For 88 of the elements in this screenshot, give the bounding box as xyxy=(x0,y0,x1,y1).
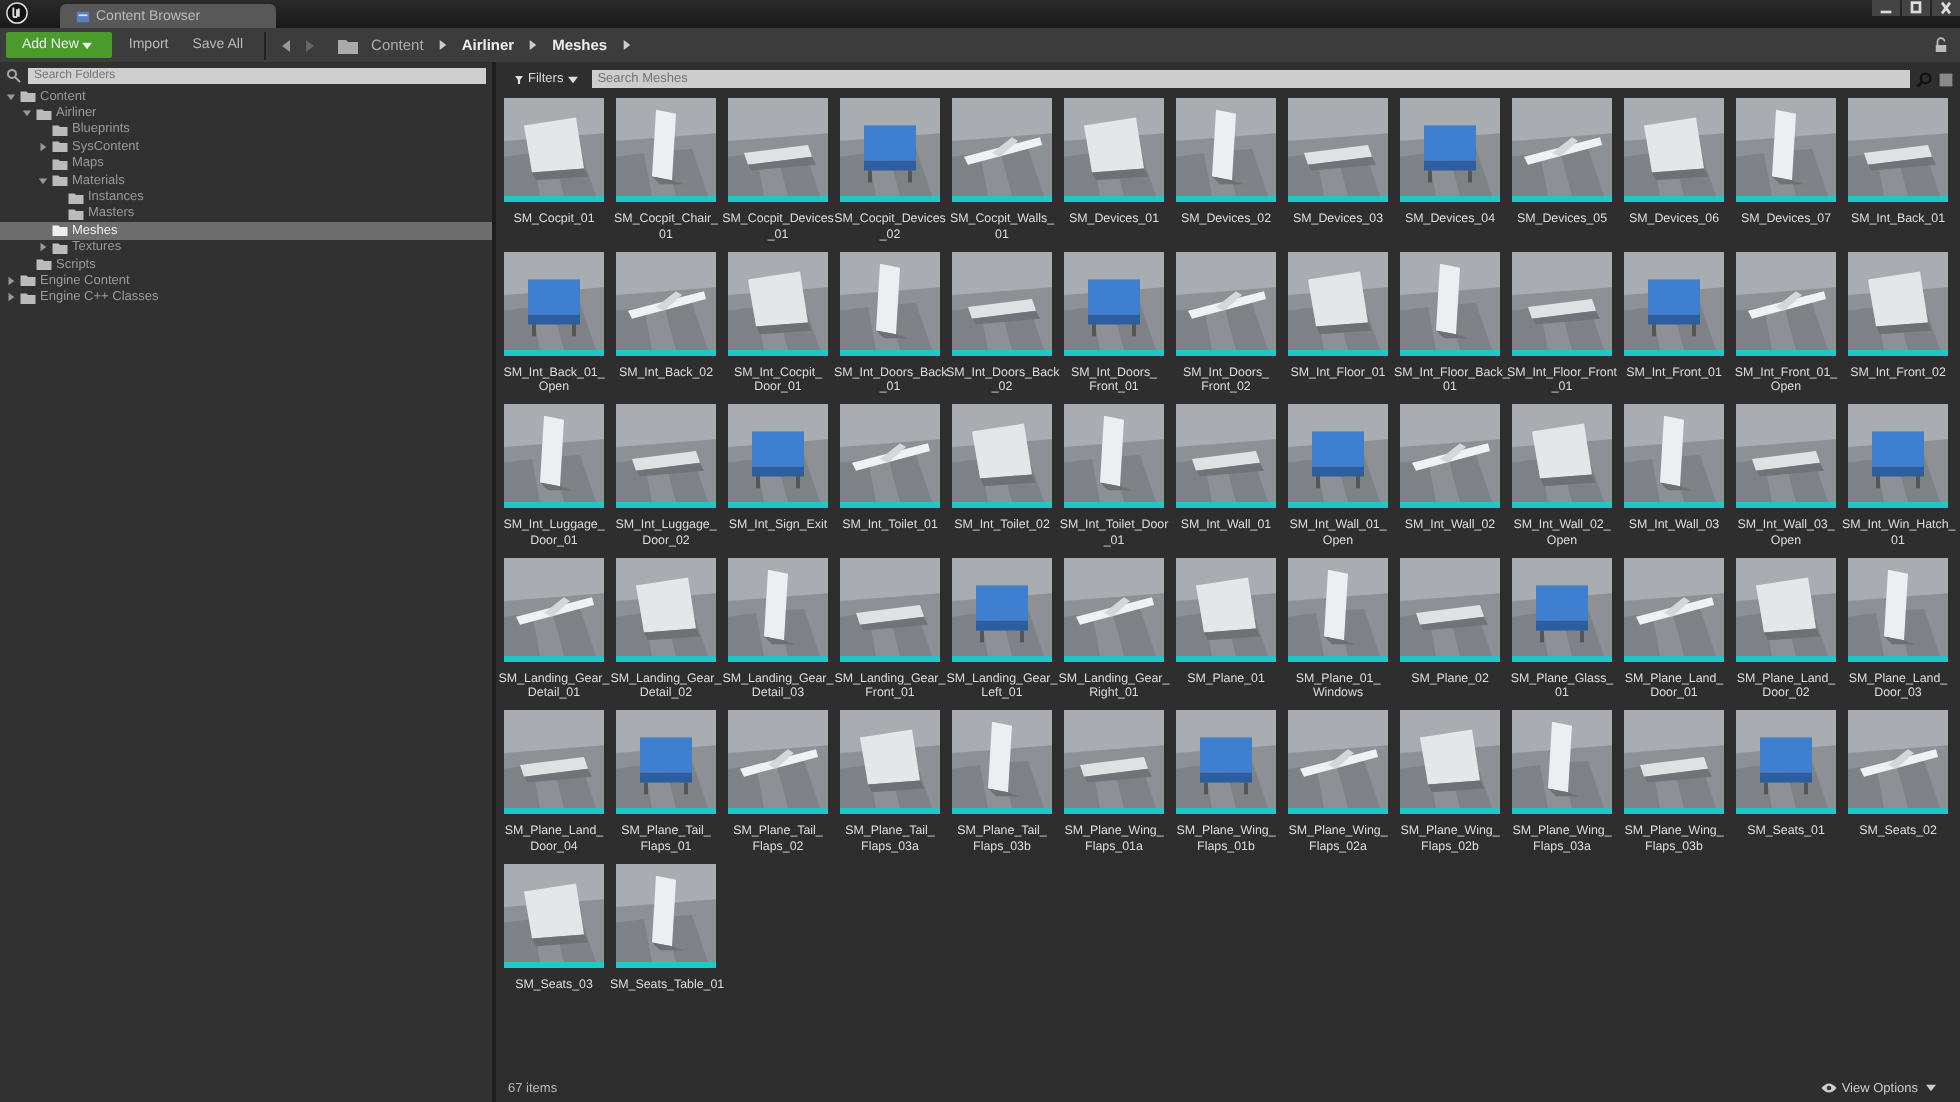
asset-type-bar xyxy=(616,196,716,202)
asset-type-bar xyxy=(952,655,1052,661)
save-search-icon[interactable] xyxy=(1938,71,1954,87)
expand-arrow-icon[interactable] xyxy=(38,141,48,152)
asset-type-bar xyxy=(1400,808,1500,814)
asset-type-bar xyxy=(1176,502,1276,508)
asset-type-bar xyxy=(1176,808,1276,814)
asset-type-bar xyxy=(504,961,604,967)
asset-type-bar xyxy=(1400,349,1500,355)
asset-type-bar xyxy=(1736,808,1836,814)
asset-type-bar xyxy=(1064,349,1164,355)
asset-type-bar xyxy=(1400,196,1500,202)
asset-type-bar xyxy=(1064,655,1164,661)
asset-type-bar xyxy=(1624,196,1724,202)
asset-type-bar xyxy=(1624,502,1724,508)
asset-type-bar xyxy=(1848,502,1948,508)
chevron-icon[interactable] xyxy=(528,38,539,52)
asset-type-bar xyxy=(1288,808,1388,814)
asset-type-bar xyxy=(1064,502,1164,508)
browser-icon xyxy=(76,9,90,23)
chevron-icon[interactable] xyxy=(621,38,632,52)
eye-icon xyxy=(1819,1082,1838,1094)
asset-type-bar xyxy=(504,196,604,202)
chevron-icon[interactable] xyxy=(437,38,448,52)
asset-type-bar xyxy=(1512,808,1612,814)
asset-type-bar xyxy=(1736,196,1836,202)
caret-icon xyxy=(567,75,578,83)
asset-type-bar xyxy=(728,502,828,508)
funnel-icon xyxy=(514,75,524,83)
asset-type-bar xyxy=(616,655,716,661)
asset-type-bar xyxy=(616,349,716,355)
asset-type-bar xyxy=(728,655,828,661)
lock-icon[interactable] xyxy=(1934,36,1948,54)
asset-type-bar xyxy=(504,808,604,814)
caret-icon xyxy=(82,41,93,49)
asset-type-bar xyxy=(1288,196,1388,202)
asset-type-bar xyxy=(1624,655,1724,661)
engine-logo-icon xyxy=(6,2,28,24)
asset-type-bar xyxy=(728,349,828,355)
asset-type-bar xyxy=(1176,349,1276,355)
asset-type-bar xyxy=(1176,655,1276,661)
asset-type-bar xyxy=(504,655,604,661)
asset-type-bar xyxy=(1176,196,1276,202)
asset-type-bar xyxy=(840,196,940,202)
back-icon[interactable] xyxy=(277,37,294,53)
asset-type-bar xyxy=(1512,196,1612,202)
asset-type-bar xyxy=(1848,349,1948,355)
asset-type-bar xyxy=(952,808,1052,814)
asset-type-bar xyxy=(504,502,604,508)
asset-type-bar xyxy=(1512,349,1612,355)
asset-type-bar xyxy=(1288,655,1388,661)
asset-type-bar xyxy=(1736,349,1836,355)
asset-type-bar xyxy=(1512,655,1612,661)
asset-type-bar xyxy=(616,502,716,508)
asset-type-bar xyxy=(728,808,828,814)
asset-type-bar xyxy=(1848,655,1948,661)
asset-type-bar xyxy=(1624,349,1724,355)
asset-type-bar xyxy=(952,502,1052,508)
expand-arrow-icon[interactable] xyxy=(38,175,48,186)
asset-type-bar xyxy=(1288,349,1388,355)
asset-type-bar xyxy=(1736,655,1836,661)
asset-type-bar xyxy=(1848,196,1948,202)
asset-type-bar xyxy=(840,349,940,355)
asset-type-bar xyxy=(1736,502,1836,508)
asset-type-bar xyxy=(1064,808,1164,814)
asset-type-bar xyxy=(1624,808,1724,814)
asset-type-bar xyxy=(616,961,716,967)
caret-icon xyxy=(1926,1084,1936,1092)
asset-type-bar xyxy=(1288,502,1388,508)
minimize-icon[interactable] xyxy=(1872,0,1900,16)
asset-type-bar xyxy=(840,808,940,814)
asset-type-bar xyxy=(1400,655,1500,661)
asset-type-bar xyxy=(952,349,1052,355)
asset-type-bar xyxy=(1512,502,1612,508)
asset-type-bar xyxy=(728,196,828,202)
folder-icon xyxy=(337,37,358,53)
asset-type-bar xyxy=(1848,808,1948,814)
maximize-icon[interactable] xyxy=(1902,0,1930,16)
asset-type-bar xyxy=(840,655,940,661)
expand-arrow-icon[interactable] xyxy=(38,242,48,253)
asset-type-bar xyxy=(504,349,604,355)
asset-type-bar xyxy=(840,502,940,508)
close-icon[interactable] xyxy=(1932,0,1960,16)
search-icon xyxy=(6,68,22,84)
asset-type-bar xyxy=(1064,196,1164,202)
asset-type-bar xyxy=(616,808,716,814)
asset-type-bar xyxy=(1400,502,1500,508)
asset-type-bar xyxy=(952,196,1052,202)
